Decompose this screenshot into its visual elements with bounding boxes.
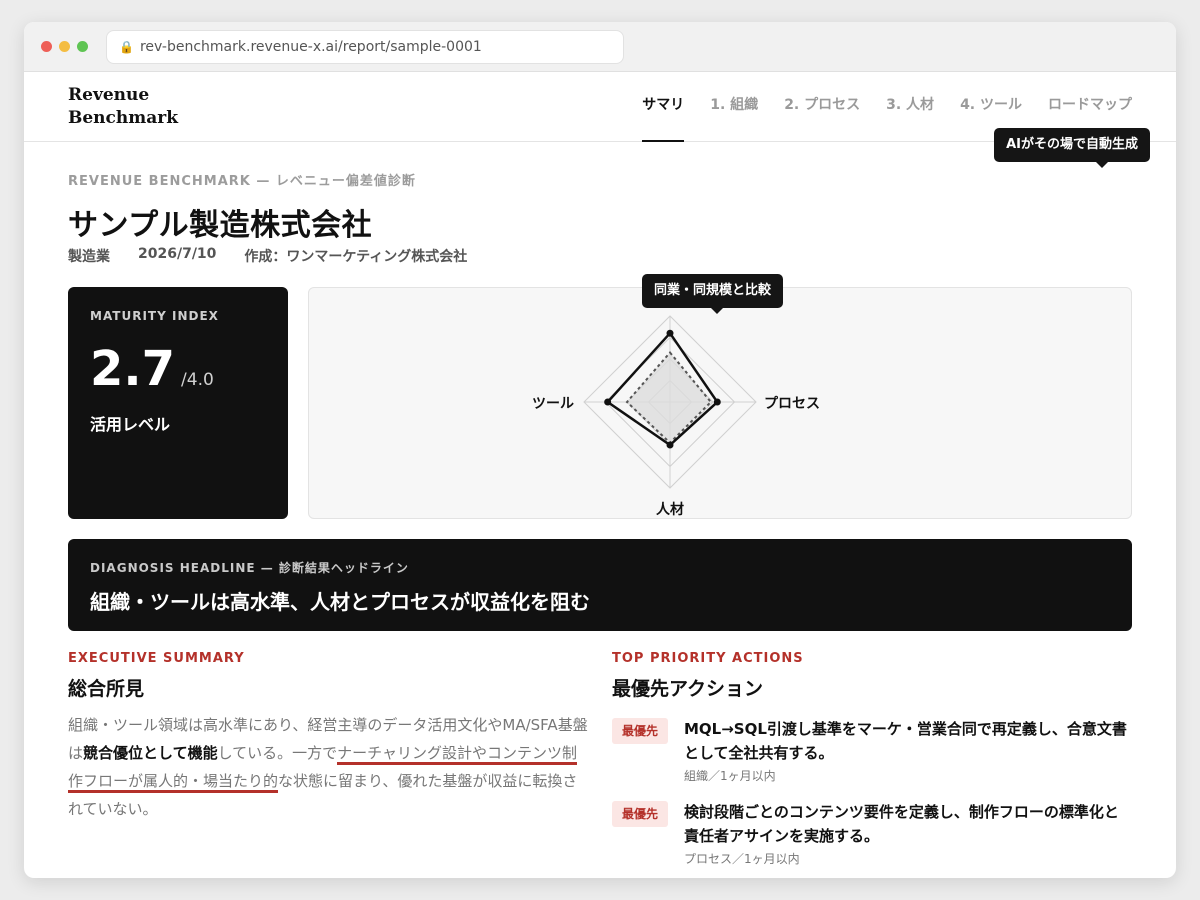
peer-comparison-tooltip: 同業・同規模と比較 (642, 274, 784, 314)
address-bar[interactable]: 🔒 rev-benchmark.revenue-x.ai/report/samp… (106, 30, 624, 64)
action-body: MQL→SQL引渡し基準をマーケ・営業合同で再定義し、合意文書として全社共有する… (684, 717, 1132, 784)
tab-summary[interactable]: サマリ (642, 72, 685, 142)
close-window-button[interactable] (41, 41, 52, 52)
company-name: サンプル製造株式会社 (68, 208, 373, 243)
maturity-score-max: /4.0 (181, 370, 214, 390)
radar-point-left (604, 398, 612, 406)
radar-axis-label-talent: 人材 (656, 502, 684, 518)
maturity-score-value: 2.7 (90, 341, 176, 397)
lock-icon: 🔒 (119, 40, 134, 54)
url-text: rev-benchmark.revenue-x.ai/report/sample… (139, 39, 482, 55)
tab-process[interactable]: 2. プロセス (784, 72, 860, 142)
headline-eyebrow: DIAGNOSIS HEADLINE — 診断結果ヘッドライン (90, 561, 409, 575)
radar-chart (583, 315, 757, 489)
top-priority-actions: TOP PRIORITY ACTIONS 最優先アクション 最優先 MQL→SQ… (612, 651, 1132, 867)
summary-text: 組織・ツール領域は高水準にあり、経営主導のデータ活用文化やMA/SFA基盤は競合… (68, 711, 588, 823)
headline-text: 組織・ツールは高水準、人材とプロセスが収益化を阻む (90, 590, 590, 614)
ai-generated-tooltip: AIがその場で自動生成 (994, 128, 1150, 168)
minimize-window-button[interactable] (59, 41, 70, 52)
action-title: MQL→SQL引渡し基準をマーケ・営業合同で再定義し、合意文書として全社共有する… (684, 720, 1127, 762)
browser-window: 🔒 rev-benchmark.revenue-x.ai/report/samp… (24, 22, 1176, 878)
priority-badge: 最優先 (612, 718, 668, 744)
summary-emphasis: 競合優位として機能 (83, 744, 218, 762)
action-meta: プロセス／1ヶ月以内 (684, 852, 800, 866)
actions-eyebrow: TOP PRIORITY ACTIONS (612, 651, 804, 666)
maximize-window-button[interactable] (77, 41, 88, 52)
summary-title: 総合所見 (68, 678, 145, 700)
action-meta: 組織／1ヶ月以内 (684, 769, 776, 783)
browser-chrome: 🔒 rev-benchmark.revenue-x.ai/report/samp… (24, 22, 1176, 72)
radar-point-right (713, 398, 721, 406)
brand-logo[interactable]: Revenue Benchmark (68, 84, 178, 130)
report-author: 作成：ワンマーケティング株式会社 (244, 249, 468, 265)
executive-summary: EXECUTIVE SUMMARY 総合所見 組織・ツール領域は高水準にあり、経… (68, 651, 588, 823)
radar-point-bottom (666, 441, 674, 449)
industry: 製造業 (68, 249, 110, 265)
actions-title: 最優先アクション (612, 678, 764, 700)
report-date: 2026/7/10 (138, 246, 217, 262)
action-body: 検討段階ごとのコンテンツ要件を定義し、制作フローの標準化と責任者アサインを実施す… (684, 800, 1132, 867)
summary-eyebrow: EXECUTIVE SUMMARY (68, 651, 245, 666)
maturity-level: 活用レベル (90, 415, 171, 434)
radar-chart-panel: プロセス 人材 ツール (308, 287, 1132, 519)
maturity-index-card: MATURITY INDEX 2.7 /4.0 活用レベル (68, 287, 288, 519)
tab-organization[interactable]: 1. 組織 (710, 72, 758, 142)
tab-talent[interactable]: 3. 人材 (886, 72, 934, 142)
radar-point-top (666, 329, 674, 337)
brand-line-1: Revenue (68, 85, 150, 105)
brand-line-2: Benchmark (68, 108, 178, 128)
radar-axis-label-process: プロセス (764, 396, 820, 412)
maturity-label: MATURITY INDEX (90, 309, 219, 323)
diagnosis-headline: DIAGNOSIS HEADLINE — 診断結果ヘッドライン 組織・ツールは高… (68, 539, 1132, 631)
report-eyebrow: REVENUE BENCHMARK — レベニュー偏差値診断 (68, 174, 416, 189)
maturity-score: 2.7 /4.0 (90, 341, 266, 397)
report-meta: 製造業 2026/7/10 作成：ワンマーケティング株式会社 (68, 246, 495, 266)
summary-part-3: している。一方で (217, 744, 338, 762)
action-item[interactable]: 最優先 MQL→SQL引渡し基準をマーケ・営業合同で再定義し、合意文書として全社… (612, 717, 1132, 784)
action-title: 検討段階ごとのコンテンツ要件を定義し、制作フローの標準化と責任者アサインを実施す… (684, 803, 1119, 845)
action-item[interactable]: 最優先 検討段階ごとのコンテンツ要件を定義し、制作フローの標準化と責任者アサイン… (612, 800, 1132, 867)
radar-axis-label-tools: ツール (532, 396, 574, 412)
priority-badge: 最優先 (612, 801, 668, 827)
